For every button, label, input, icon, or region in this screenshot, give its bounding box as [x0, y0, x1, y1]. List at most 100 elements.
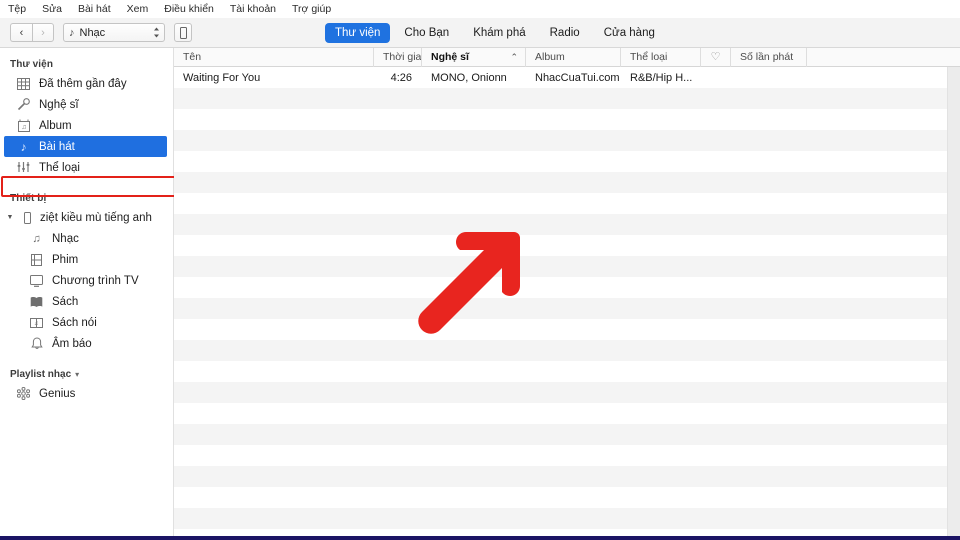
nav-buttons: ‹ ›	[10, 23, 54, 42]
table-row-empty[interactable]	[174, 193, 960, 214]
menu-bar: Tệp Sửa Bài hát Xem Điều khiển Tài khoản…	[0, 0, 960, 18]
sidebar-section-playlists-label: Playlist nhạc	[10, 369, 72, 380]
source-select[interactable]: ♪ Nhạc	[63, 23, 165, 42]
svg-text:♫: ♫	[21, 124, 26, 131]
genius-icon	[16, 386, 31, 401]
sidebar-item-label: Bài hát	[39, 140, 75, 153]
music-note-icon: ♫	[32, 232, 41, 245]
sidebar-item-device-sach[interactable]: Sách	[0, 291, 173, 312]
itunes-window: Tệp Sửa Bài hát Xem Điều khiển Tài khoản…	[0, 0, 960, 540]
table-row-empty[interactable]	[174, 445, 960, 466]
film-icon	[29, 252, 44, 267]
column-header-the-loai[interactable]: Thể loại	[621, 48, 701, 67]
heart-icon: ♡	[710, 50, 721, 63]
book-icon	[29, 294, 44, 309]
sidebar-device-root[interactable]: ▼ ziệt kiều mù tiếng anh	[0, 207, 173, 228]
sidebar-item-label: Phim	[52, 253, 79, 266]
column-header-ten[interactable]: Tên	[174, 48, 374, 67]
menu-item-tai-khoan[interactable]: Tài khoản	[230, 3, 276, 15]
sidebar-item-da-them-gan-day[interactable]: Đã thêm gần đây	[0, 73, 173, 94]
menu-item-dieu-khien[interactable]: Điều khiển	[164, 3, 214, 15]
column-header-loved[interactable]: ♡	[701, 48, 731, 67]
sidebar-item-label: Album	[39, 119, 72, 132]
table-row-empty[interactable]	[174, 508, 960, 529]
tab-thu-vien[interactable]: Thư viện	[325, 23, 391, 43]
column-header-nghe-si-label: Nghệ sĩ	[431, 50, 469, 63]
vertical-scrollbar[interactable]	[947, 67, 960, 536]
microphone-icon	[16, 97, 31, 112]
sidebar: Thư viện Đã thêm gần đây Nghệ sĩ ♫ Album	[0, 48, 178, 536]
table-row-empty[interactable]	[174, 319, 960, 340]
main-body: Thư viện Đã thêm gần đây Nghệ sĩ ♫ Album	[0, 48, 960, 536]
sidebar-item-album[interactable]: ♫ Album	[0, 115, 173, 136]
source-select-value: Nhạc	[79, 26, 106, 39]
menu-item-sua[interactable]: Sửa	[42, 3, 62, 15]
sidebar-item-device-chuong-trinh-tv[interactable]: Chương trình TV	[0, 270, 173, 291]
table-row-empty[interactable]	[174, 403, 960, 424]
sidebar-item-genius[interactable]: Genius	[0, 383, 173, 404]
grid-icon	[16, 76, 31, 91]
column-header-so-lan-phat[interactable]: Số lần phát	[731, 48, 807, 67]
sidebar-item-device-nhac[interactable]: ♫ Nhạc	[0, 228, 173, 249]
back-button[interactable]: ‹	[10, 23, 32, 42]
table-row-empty[interactable]	[174, 214, 960, 235]
menu-item-tep[interactable]: Tệp	[8, 3, 26, 15]
sidebar-section-playlists-header[interactable]: Playlist nhạc ▾	[0, 365, 173, 383]
column-header-album[interactable]: Album	[526, 48, 621, 67]
table-row-empty[interactable]	[174, 298, 960, 319]
sidebar-item-the-loai[interactable]: Thể loại	[0, 157, 173, 178]
table-row-empty[interactable]	[174, 88, 960, 109]
cell-nghe-si: MONO, Onionn	[431, 71, 507, 84]
menu-item-xem[interactable]: Xem	[127, 3, 149, 15]
music-note-icon: ♪	[69, 26, 75, 39]
column-header-nghe-si[interactable]: Nghệ sĩ ⌃	[422, 48, 526, 67]
table-row-empty[interactable]	[174, 424, 960, 445]
table-row-empty[interactable]	[174, 109, 960, 130]
menu-item-tro-giup[interactable]: Trợ giúp	[292, 3, 331, 15]
table-row-empty[interactable]	[174, 277, 960, 298]
tab-radio[interactable]: Radio	[540, 23, 590, 43]
navigation-tabs: Thư viện Cho Bạn Khám phá Radio Cửa hàng	[325, 18, 665, 48]
chevron-down-icon[interactable]: ▾	[75, 370, 79, 379]
tab-cho-ban[interactable]: Cho Bạn	[394, 23, 459, 43]
table-row-empty[interactable]	[174, 466, 960, 487]
device-button[interactable]	[174, 23, 192, 42]
cell-thoi-gian: 4:26	[390, 71, 412, 84]
sidebar-section-devices-header: Thiết bị	[10, 193, 47, 204]
sidebar-item-label: Nhạc	[52, 232, 79, 245]
table-row-empty[interactable]	[174, 382, 960, 403]
column-header-thoi-gian[interactable]: Thời gian	[374, 48, 422, 67]
table-row[interactable]: Waiting For You 4:26 MONO, Onionn NhacCu…	[174, 67, 960, 88]
table-row-empty[interactable]	[174, 487, 960, 508]
audiobook-icon: ♫	[29, 315, 44, 330]
bottom-accent-bar	[0, 536, 960, 540]
forward-button[interactable]: ›	[32, 23, 54, 42]
table-row-empty[interactable]	[174, 340, 960, 361]
table-row-empty[interactable]	[174, 235, 960, 256]
cell-album: NhacCuaTui.com	[535, 71, 620, 84]
toolbar: ‹ › ♪ Nhạc Thư viện Cho Bạn Khám phá Rad…	[0, 18, 960, 48]
table-row-empty[interactable]	[174, 172, 960, 193]
sidebar-item-label: Thể loại	[39, 161, 80, 174]
table-row-empty[interactable]	[174, 256, 960, 277]
sort-ascending-caret-icon: ⌃	[510, 51, 518, 62]
sidebar-device-name: ziệt kiều mù tiếng anh	[40, 211, 152, 224]
tab-cua-hang[interactable]: Cửa hàng	[594, 23, 665, 43]
sidebar-item-nghe-si[interactable]: Nghệ sĩ	[0, 94, 173, 115]
music-note-icon: ♪	[20, 139, 27, 154]
tab-kham-pha[interactable]: Khám phá	[463, 23, 535, 43]
triangle-down-icon[interactable]: ▼	[5, 214, 15, 221]
sidebar-item-label: Chương trình TV	[52, 274, 139, 287]
table-row-empty[interactable]	[174, 130, 960, 151]
menu-item-bai-hat[interactable]: Bài hát	[78, 3, 111, 15]
table-row-empty[interactable]	[174, 361, 960, 382]
sidebar-item-device-sach-noi[interactable]: ♫ Sách nói	[0, 312, 173, 333]
sidebar-item-bai-hat[interactable]: ♪ Bài hát	[4, 136, 167, 157]
tv-icon	[29, 273, 44, 288]
sidebar-item-device-phim[interactable]: Phim	[0, 249, 173, 270]
sidebar-item-label: Sách nói	[52, 316, 97, 329]
table-header-row: Tên Thời gian Nghệ sĩ ⌃ Album Thể loại ♡…	[174, 48, 960, 67]
cell-the-loai: R&B/Hip H...	[630, 71, 693, 84]
table-row-empty[interactable]	[174, 151, 960, 172]
sidebar-item-device-am-bao[interactable]: Âm báo	[0, 333, 173, 354]
